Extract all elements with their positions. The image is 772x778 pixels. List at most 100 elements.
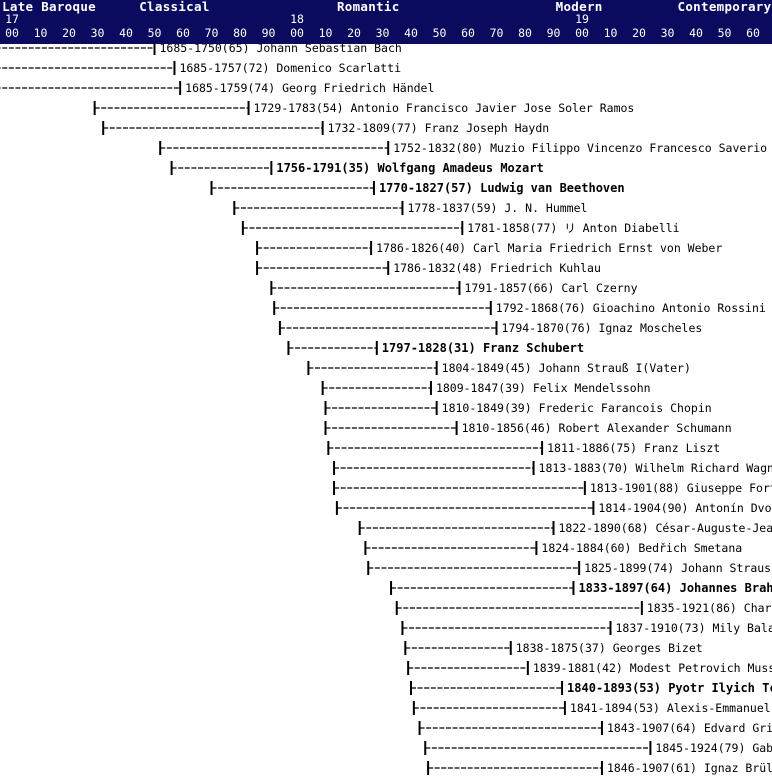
composer-label: 1840-1893(53) Pyotr Ilyich Tchaikovsky — [567, 681, 772, 695]
composer-name: Robert Alexander Schumann — [559, 421, 732, 435]
composer-name: Antonio Francisco Javier Jose Soler Ramo… — [350, 101, 634, 115]
composer-name: J. N. Hummel — [504, 201, 587, 215]
tick-label: 60 — [746, 26, 760, 40]
composer-dates: 1797-1828(31) — [382, 341, 483, 355]
composer-row: 1813-1901(88) Giuseppe Fortunino Frances… — [333, 481, 772, 495]
composer-row: 1838-1875(37) Georges Bizet — [404, 641, 703, 655]
composer-name: Modest Petrovich Mussorgsky — [630, 661, 772, 675]
composer-row: 1685-1759(74) Georg Friedrich Händel — [0, 81, 434, 95]
composer-label: 1843-1907(64) Edvard Grieg — [607, 721, 772, 735]
composer-label: 1791-1857(66) Carl Czerny — [464, 281, 637, 295]
composer-dates: 1840-1893(53) — [567, 681, 668, 695]
tick-label: 30 — [376, 26, 390, 40]
tick-label: 20 — [347, 26, 361, 40]
composer-row: 1786-1826(40) Carl Maria Friedrich Ernst… — [256, 241, 722, 255]
composer-dates: 1794-1870(76) — [502, 321, 599, 335]
composer-name: Wilhelm Richard Wagner — [635, 461, 772, 475]
composer-dates: 1756-1791(35) — [276, 161, 377, 175]
composer-name: Carl Czerny — [561, 281, 637, 295]
composer-label: 1732-1809(77) Franz Joseph Haydn — [328, 121, 550, 135]
tick-label: 00 — [575, 26, 589, 40]
composer-label: 1752-1832(80) Muzio Filippo Vincenzo Fra… — [393, 141, 772, 155]
composer-dates: 1846-1907(61) — [607, 761, 704, 775]
composer-row: 1781-1858(77) リ Anton Diabelli — [241, 221, 680, 235]
composer-name: Bedřich Smetana — [638, 541, 742, 555]
composer-name: Gioachino Antonio Rossini — [593, 301, 766, 315]
composer-label: 1837-1910(73) Mily Balakirev — [616, 621, 772, 635]
composer-row: 1825-1899(74) Johann Strauss II — [367, 561, 772, 575]
composer-name: Georg Friedrich Händel — [282, 81, 434, 95]
composer-name: Mily Balakirev — [712, 621, 772, 635]
composer-rows: 1685-1750(65) Johann Sebastian Bach1685-… — [0, 41, 772, 775]
composer-name: Johann Strauß I(Vater) — [539, 361, 691, 375]
composer-label: 1833-1897(64) Johannes Brahms — [578, 581, 772, 595]
composer-dates: 1685-1757(72) — [179, 61, 276, 75]
composer-label: 1838-1875(37) Georges Bizet — [516, 641, 703, 655]
composer-dates: 1810-1856(46) — [462, 421, 559, 435]
composer-name: Wolfgang Amadeus Mozart — [378, 161, 544, 175]
composer-dates: 1778-1837(59) — [407, 201, 504, 215]
composer-label: 1794-1870(76) Ignaz Moscheles — [502, 321, 703, 335]
composer-name: Giuseppe Fortunino Francesco Verdi — [687, 481, 772, 495]
composer-row: 1813-1883(70) Wilhelm Richard Wagner — [333, 461, 772, 475]
composer-dates: 1843-1907(64) — [607, 721, 704, 735]
tick-label: 10 — [319, 26, 333, 40]
composer-name: Franz Liszt — [644, 441, 720, 455]
composer-row: 1846-1907(61) Ignaz Brüll — [427, 761, 772, 775]
composer-name: Ignaz Brüll — [704, 761, 772, 775]
composer-label: 1825-1899(74) Johann Strauss II — [584, 561, 772, 575]
composer-name: Friedrich Kuhlau — [490, 261, 601, 275]
composer-dates: 1811-1886(75) — [547, 441, 644, 455]
composer-label: 1685-1759(74) Georg Friedrich Händel — [185, 81, 434, 95]
composer-label: 1813-1901(88) Giuseppe Fortunino Frances… — [590, 481, 772, 495]
composer-label: 1685-1757(72) Domenico Scarlatti — [179, 61, 401, 75]
tick-label: 30 — [91, 26, 105, 40]
composer-name: リ Anton Diabelli — [564, 221, 679, 235]
tick-label: 50 — [718, 26, 732, 40]
composer-timeline-chart: 1685-1750(65) Johann Sebastian Bach 1685-… — [0, 0, 772, 778]
tick-label: 60 — [176, 26, 190, 40]
composer-row: 1804-1849(45) Johann Strauß I(Vater) — [307, 361, 691, 375]
composer-dates: 1813-1901(88) — [590, 481, 687, 495]
composer-dates: 1841-1894(53) — [570, 701, 667, 715]
composer-name: Georges Bizet — [613, 641, 703, 655]
tick-label: 40 — [404, 26, 418, 40]
tick-label: 40 — [119, 26, 133, 40]
composer-row: 1809-1847(39) Felix Mendelssohn — [321, 381, 651, 395]
composer-dates: 1838-1875(37) — [516, 641, 613, 655]
century-label: 19 — [575, 12, 589, 26]
composer-label: 1839-1881(42) Modest Petrovich Mussorgsk… — [533, 661, 772, 675]
period-label: Contemporary — [678, 0, 772, 14]
composer-row: 1843-1907(64) Edvard Grieg — [418, 721, 772, 735]
composer-row: 1729-1783(54) Antonio Francisco Javier J… — [93, 101, 634, 115]
composer-dates: 1835-1921(86) — [647, 601, 744, 615]
century-label: 17 — [5, 12, 19, 26]
composer-row: 1770-1827(57) Ludwig van Beethoven — [210, 181, 625, 195]
composer-row: 1685-1757(72) Domenico Scarlatti — [0, 61, 401, 75]
composer-label: 1822-1890(68) César-Auguste-Jean-Guillau… — [559, 521, 772, 535]
tick-label: 60 — [461, 26, 475, 40]
composer-name: Franz Joseph Haydn — [425, 121, 550, 135]
timeline-svg: 1685-1750(65) Johann Sebastian Bach1685-… — [0, 0, 772, 775]
composer-dates: 1822-1890(68) — [559, 521, 656, 535]
composer-label: 1804-1849(45) Johann Strauß I(Vater) — [442, 361, 691, 375]
composer-dates: 1685-1759(74) — [185, 81, 282, 95]
composer-dates: 1824-1884(60) — [541, 541, 638, 555]
composer-dates: 1781-1858(77) — [467, 221, 564, 235]
century-label: 18 — [290, 12, 304, 26]
composer-dates: 1786-1826(40) — [376, 241, 473, 255]
composer-row: 1837-1910(73) Mily Balakirev — [401, 621, 772, 635]
composer-dates: 1732-1809(77) — [328, 121, 425, 135]
year-ruler: Late Baroque Classical Romantic Modern Conte… — [0, 0, 772, 44]
tick-label: 80 — [233, 26, 247, 40]
composer-row: 1845-1924(79) Gabriel Fauré — [424, 741, 772, 755]
composer-label: 1814-1904(90) Antonín Dvořák — [598, 501, 772, 515]
composer-dates: 1791-1857(66) — [464, 281, 561, 295]
composer-dates: 1792-1868(76) — [496, 301, 593, 315]
composer-dates: 1837-1910(73) — [616, 621, 713, 635]
period-label: Classical — [139, 0, 209, 14]
composer-name: Gabriel Fauré — [752, 741, 772, 755]
tick-label: 80 — [518, 26, 532, 40]
composer-row: 1797-1828(31) Franz Schubert — [287, 341, 584, 355]
composer-row: 1811-1886(75) Franz Liszt — [327, 441, 720, 455]
